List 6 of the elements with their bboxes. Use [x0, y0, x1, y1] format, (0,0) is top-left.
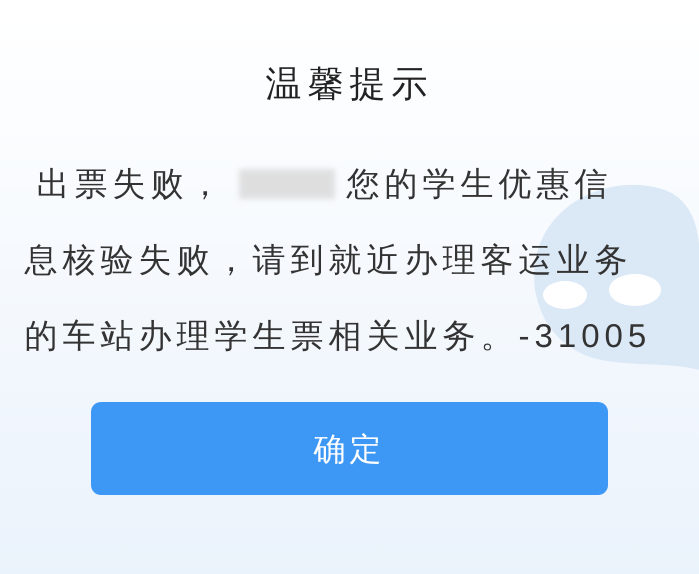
dialog-title: 温馨提示 [266, 62, 434, 106]
message-text: 的车站办理学生票相关业务。-31005 [24, 316, 652, 356]
message-text: 您的学生优惠信 [346, 164, 612, 204]
message-text: 出票失败， [36, 164, 226, 204]
confirm-button[interactable]: 确定 [91, 402, 608, 495]
message-text: 息核验失败，请到就近办理客运业务 [24, 240, 632, 280]
